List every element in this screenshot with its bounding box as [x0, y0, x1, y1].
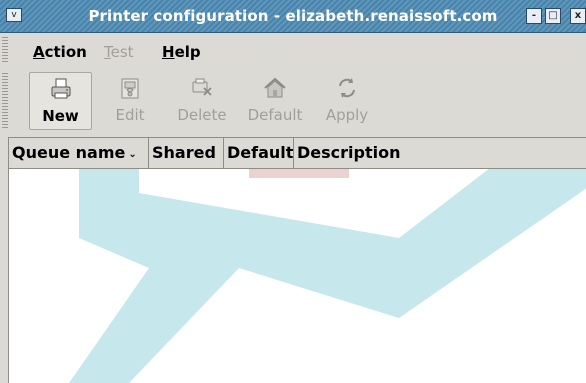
printer-queue-table[interactable]: Queue name ⌄ Shared Default Description	[8, 137, 586, 383]
column-header-default-label: Default	[227, 143, 294, 162]
column-header-queue-name-label: Queue name	[12, 143, 126, 162]
menu-help-label: elp	[174, 43, 201, 61]
edit-icon	[121, 78, 139, 99]
toolbar-grip[interactable]	[2, 73, 8, 129]
apply-button[interactable]: Apply	[318, 72, 376, 130]
menu-help[interactable]: Help	[162, 43, 201, 61]
sort-descending-icon: ⌄	[128, 149, 137, 160]
menu-help-mnemonic: H	[162, 43, 175, 61]
new-button[interactable]: New	[29, 72, 92, 130]
column-header-description[interactable]: Description	[294, 138, 586, 168]
column-header-description-label: Description	[297, 143, 401, 162]
watermark-logo	[69, 138, 586, 383]
menu-action-label: ction	[44, 43, 87, 61]
column-header-shared[interactable]: Shared	[149, 138, 224, 168]
new-button-label: New	[42, 107, 79, 125]
menu-action-mnemonic: A	[33, 43, 45, 61]
delete-button[interactable]: Delete	[171, 72, 233, 130]
close-icon: x	[574, 10, 582, 21]
menu-test[interactable]: Test	[104, 43, 134, 61]
menu-bar: Action Test Help	[0, 33, 586, 67]
menubar-grip[interactable]	[2, 37, 8, 63]
default-button-label: Default	[247, 106, 303, 124]
menu-test-mnemonic: T	[104, 43, 111, 61]
maximize-icon: □	[548, 10, 558, 21]
default-button[interactable]: Default	[241, 72, 309, 130]
delete-button-label: Delete	[177, 106, 227, 124]
column-header-queue-name[interactable]: Queue name ⌄	[9, 138, 149, 168]
apply-button-label: Apply	[325, 106, 369, 124]
minimize-button[interactable]: -	[526, 8, 542, 24]
edit-button[interactable]: Edit	[103, 72, 157, 130]
menu-test-label: est	[110, 43, 134, 61]
window-title: Printer configuration - elizabeth.renais…	[88, 7, 498, 25]
delete-icon	[192, 78, 212, 96]
edit-button-label: Edit	[115, 106, 145, 124]
table-header: Queue name ⌄ Shared Default Description	[9, 138, 586, 169]
home-icon	[264, 77, 286, 98]
column-header-default[interactable]: Default	[224, 138, 294, 168]
new-printer-icon	[51, 78, 70, 99]
maximize-button[interactable]: □	[545, 8, 561, 24]
toolbar: New Edit Delete Default Apply	[0, 67, 586, 137]
title-bar: v Printer configuration - elizabeth.rena…	[0, 0, 586, 33]
menu-action[interactable]: Action	[33, 43, 87, 61]
close-button[interactable]: x	[570, 8, 586, 24]
column-header-shared-label: Shared	[152, 143, 216, 162]
minimize-icon: -	[531, 10, 537, 21]
apply-icon	[339, 78, 355, 98]
